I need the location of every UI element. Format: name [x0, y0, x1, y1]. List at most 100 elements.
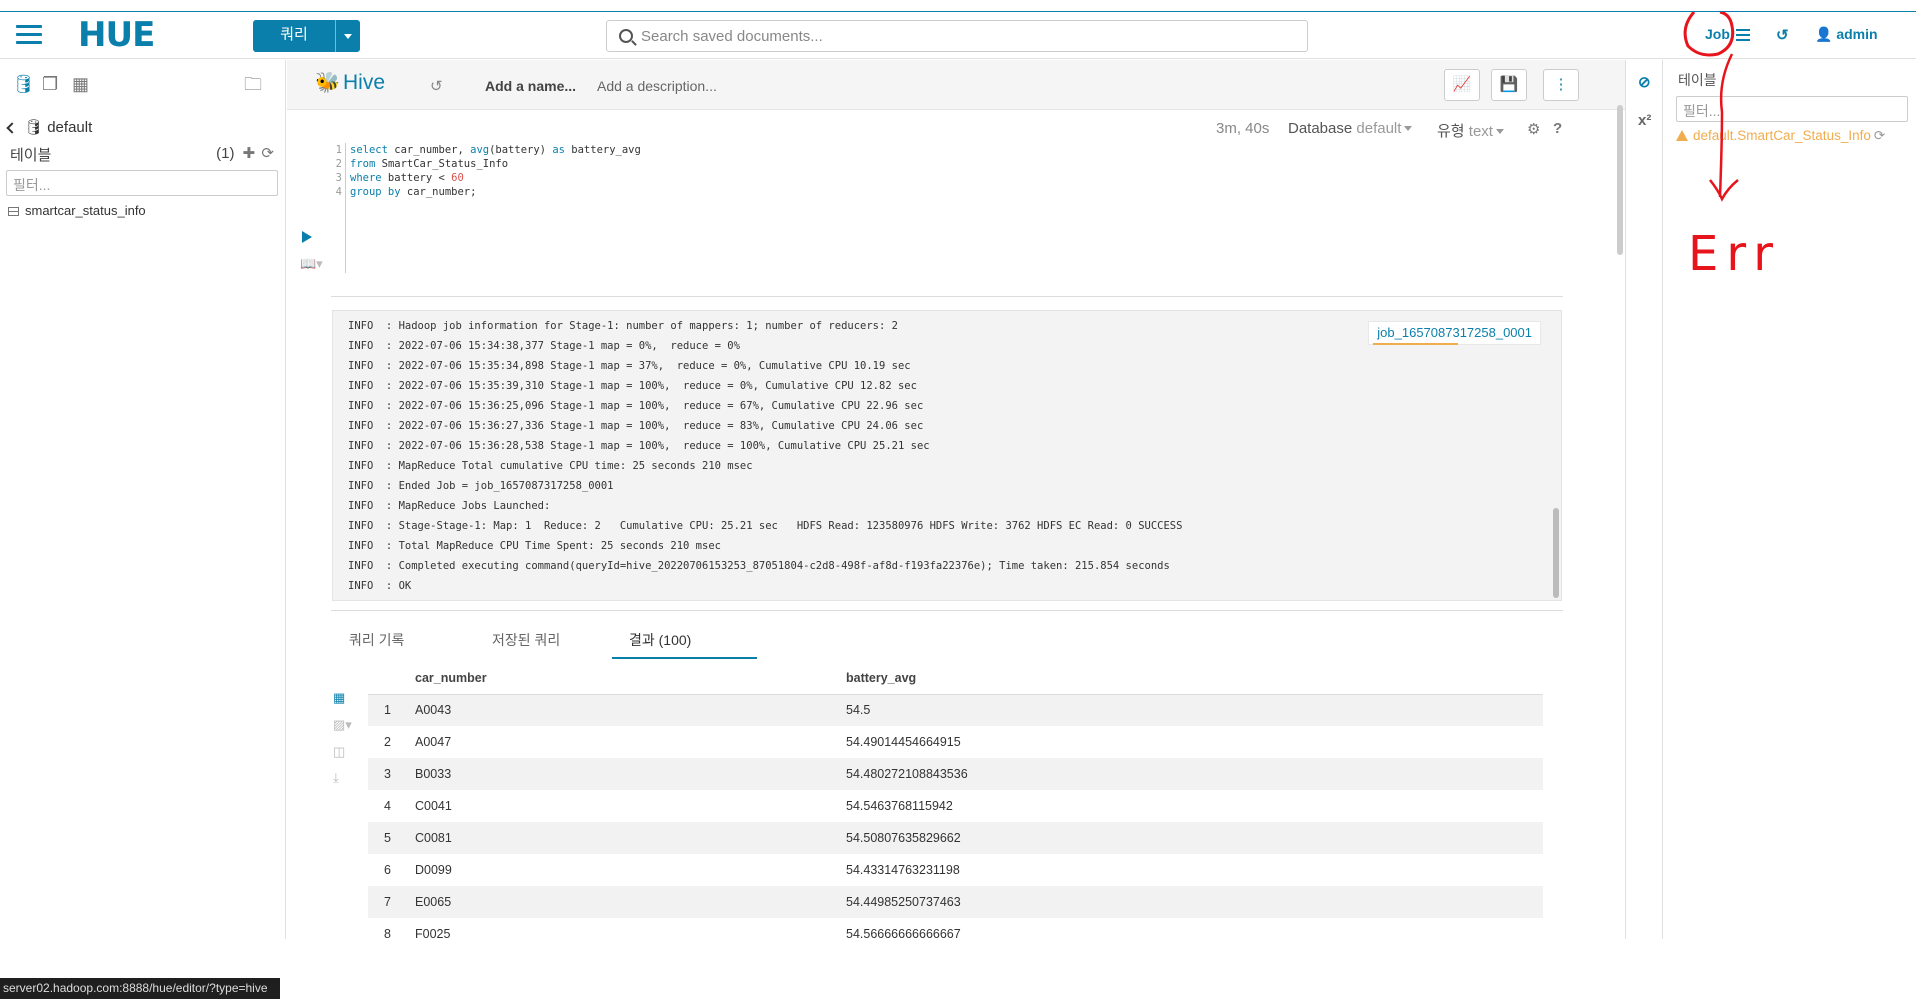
query-dropdown-caret-icon[interactable] [335, 20, 360, 52]
cell-battery-avg[interactable]: 54.5463768115942 [844, 790, 1543, 822]
chart-button[interactable]: 📈 [1444, 69, 1480, 101]
sql-code[interactable]: select car_number, avg(battery) as batte… [350, 143, 641, 199]
editor-scrollbar[interactable] [1617, 105, 1623, 255]
cell-car-number[interactable]: C0041 [413, 790, 844, 822]
search-input[interactable] [641, 25, 1291, 47]
line-number: 3 [335, 172, 342, 184]
tab-query-history[interactable]: 쿼리 기록 [349, 630, 404, 650]
search-box[interactable] [606, 20, 1308, 52]
job-browser-link[interactable]: Job [1705, 26, 1750, 42]
more-options-button[interactable]: ⋮ [1543, 69, 1579, 101]
table-row[interactable]: 5 C0081 54.50807635829662 [368, 822, 1543, 854]
refresh-tables-icon[interactable]: ⟳ [261, 145, 274, 162]
caret-down-icon[interactable] [1404, 126, 1413, 131]
query-button[interactable]: 쿼리 [253, 20, 360, 52]
table-row[interactable]: 2 A0047 54.49014454664915 [368, 726, 1543, 758]
database-back-link[interactable]: 🛢 default [6, 118, 92, 136]
cell-car-number[interactable]: F0025 [413, 918, 844, 950]
sql-editor[interactable]: 1 2 3 4 select car_number, avg(battery) … [332, 143, 1052, 278]
database-selector[interactable]: Database default [1288, 120, 1413, 137]
user-menu[interactable]: 👤 admin [1815, 26, 1878, 43]
query-button-label[interactable]: 쿼리 [253, 20, 335, 52]
job-link-label[interactable]: Job [1705, 26, 1730, 42]
execute-play-icon[interactable] [302, 231, 312, 243]
cell-battery-avg[interactable]: 54.50807635829662 [844, 822, 1543, 854]
table-row[interactable]: 1 A0043 54.5 [368, 694, 1543, 726]
documents-icon[interactable]: ❐ [42, 74, 62, 94]
type-selector-value[interactable]: text [1469, 123, 1493, 140]
admin-label[interactable]: admin [1836, 26, 1877, 42]
download-icon[interactable]: ⤓ [333, 770, 349, 785]
hive-icon: 🐝 [315, 72, 340, 94]
type-selector-label: 유형 [1437, 123, 1465, 140]
help-icon[interactable]: ? [1553, 120, 1562, 137]
line-number: 2 [335, 158, 342, 170]
cell-battery-avg[interactable]: 54.5 [844, 694, 1543, 726]
cell-battery-avg[interactable]: 54.480272108843536 [844, 758, 1543, 790]
log-line: INFO : Ended Job = job_1657087317258_000… [348, 480, 614, 492]
database-name[interactable]: default [47, 119, 92, 136]
tables-header: 테이블 (1) ✚ ⟳ [10, 144, 274, 165]
row-index-header [368, 662, 413, 695]
table-row[interactable]: 3 B0033 54.480272108843536 [368, 758, 1543, 790]
editor-divider[interactable] [331, 296, 1563, 297]
dashboard-icon[interactable]: ▦ [72, 74, 92, 94]
job-id-link[interactable]: job_1657087317258_0001 [1368, 321, 1541, 345]
line-number: 1 [335, 144, 342, 156]
cell-battery-avg[interactable]: 54.43314763231198 [844, 854, 1543, 886]
settings-gear-icon[interactable]: ⚙ [1527, 120, 1540, 138]
results-header-row: car_number battery_avg [368, 662, 1543, 695]
hue-logo[interactable]: HUE [78, 18, 155, 52]
table-row[interactable]: 7 E0065 54.44985250737463 [368, 886, 1543, 918]
query-description-input[interactable]: Add a description... [597, 78, 717, 94]
refresh-icon[interactable]: ⟳ [1874, 128, 1885, 143]
caret-down-icon[interactable] [1495, 129, 1504, 134]
history-undo-icon[interactable]: ↺ [430, 77, 443, 95]
cell-car-number[interactable]: C0081 [413, 822, 844, 854]
table-row[interactable]: 4 C0041 54.5463768115942 [368, 790, 1543, 822]
tables-filter-input[interactable]: 필터... [6, 170, 278, 196]
functions-icon[interactable]: x² [1638, 112, 1651, 129]
grid-view-icon[interactable]: ▦ [333, 690, 349, 705]
column-header[interactable]: battery_avg [844, 662, 1543, 695]
chart-view-icon[interactable]: ▨▾ [333, 717, 352, 732]
tab-saved-queries[interactable]: 저장된 쿼리 [492, 630, 560, 650]
cell-car-number[interactable]: D0099 [413, 854, 844, 886]
log-line: INFO : MapReduce Total cumulative CPU ti… [348, 460, 753, 472]
hamburger-menu-icon[interactable] [16, 25, 42, 45]
cell-battery-avg[interactable]: 54.49014454664915 [844, 726, 1543, 758]
log-divider[interactable] [331, 610, 1563, 611]
log-scrollbar[interactable] [1553, 508, 1559, 598]
cell-car-number[interactable]: A0043 [413, 694, 844, 726]
table-warning-item[interactable]: default.SmartCar_Status_Info ⟳ [1676, 128, 1885, 144]
cell-car-number[interactable]: A0047 [413, 726, 844, 758]
compass-icon[interactable]: ⊘ [1638, 73, 1651, 91]
cell-battery-avg[interactable]: 54.56666666666667 [844, 918, 1543, 950]
history-icon[interactable]: ↺ [1776, 26, 1789, 44]
type-selector[interactable]: 유형 text [1437, 120, 1504, 141]
job-list-icon[interactable] [1735, 29, 1750, 42]
database-icon[interactable]: 🛢 [12, 74, 35, 94]
table-name[interactable]: smartcar_status_info [25, 203, 146, 218]
back-chevron-icon[interactable] [6, 122, 18, 134]
table-row[interactable]: 8 F0025 54.56666666666667 [368, 918, 1543, 950]
table-row[interactable]: 6 D0099 54.43314763231198 [368, 854, 1543, 886]
cell-battery-avg[interactable]: 54.44985250737463 [844, 886, 1543, 918]
right-filter-input[interactable]: 필터... [1676, 96, 1908, 122]
folder-icon[interactable]: 🗀 [244, 74, 264, 94]
snippet-book-icon[interactable]: 📖▾ [300, 256, 323, 272]
save-button[interactable]: 💾 [1491, 69, 1527, 101]
database-selector-value[interactable]: default [1356, 120, 1401, 137]
warning-table-name[interactable]: default.SmartCar_Status_Info [1693, 128, 1871, 143]
results-table: car_number battery_avg 1 A0043 54.5 2 A0047… [368, 662, 1543, 950]
cell-car-number[interactable]: E0065 [413, 886, 844, 918]
add-table-icon[interactable]: ✚ [243, 145, 256, 162]
cell-car-number[interactable]: B0033 [413, 758, 844, 790]
column-header[interactable]: car_number [413, 662, 844, 695]
tab-results[interactable]: 결과 (100) [629, 630, 691, 650]
column-view-icon[interactable]: ◫ [333, 744, 349, 759]
editor-header: 🐝 Hive ↺ Add a name... Add a description… [287, 60, 1625, 110]
query-name-input[interactable]: Add a name... [485, 78, 576, 94]
row-index: 6 [384, 863, 391, 877]
table-list-item[interactable]: smartcar_status_info [8, 203, 146, 218]
